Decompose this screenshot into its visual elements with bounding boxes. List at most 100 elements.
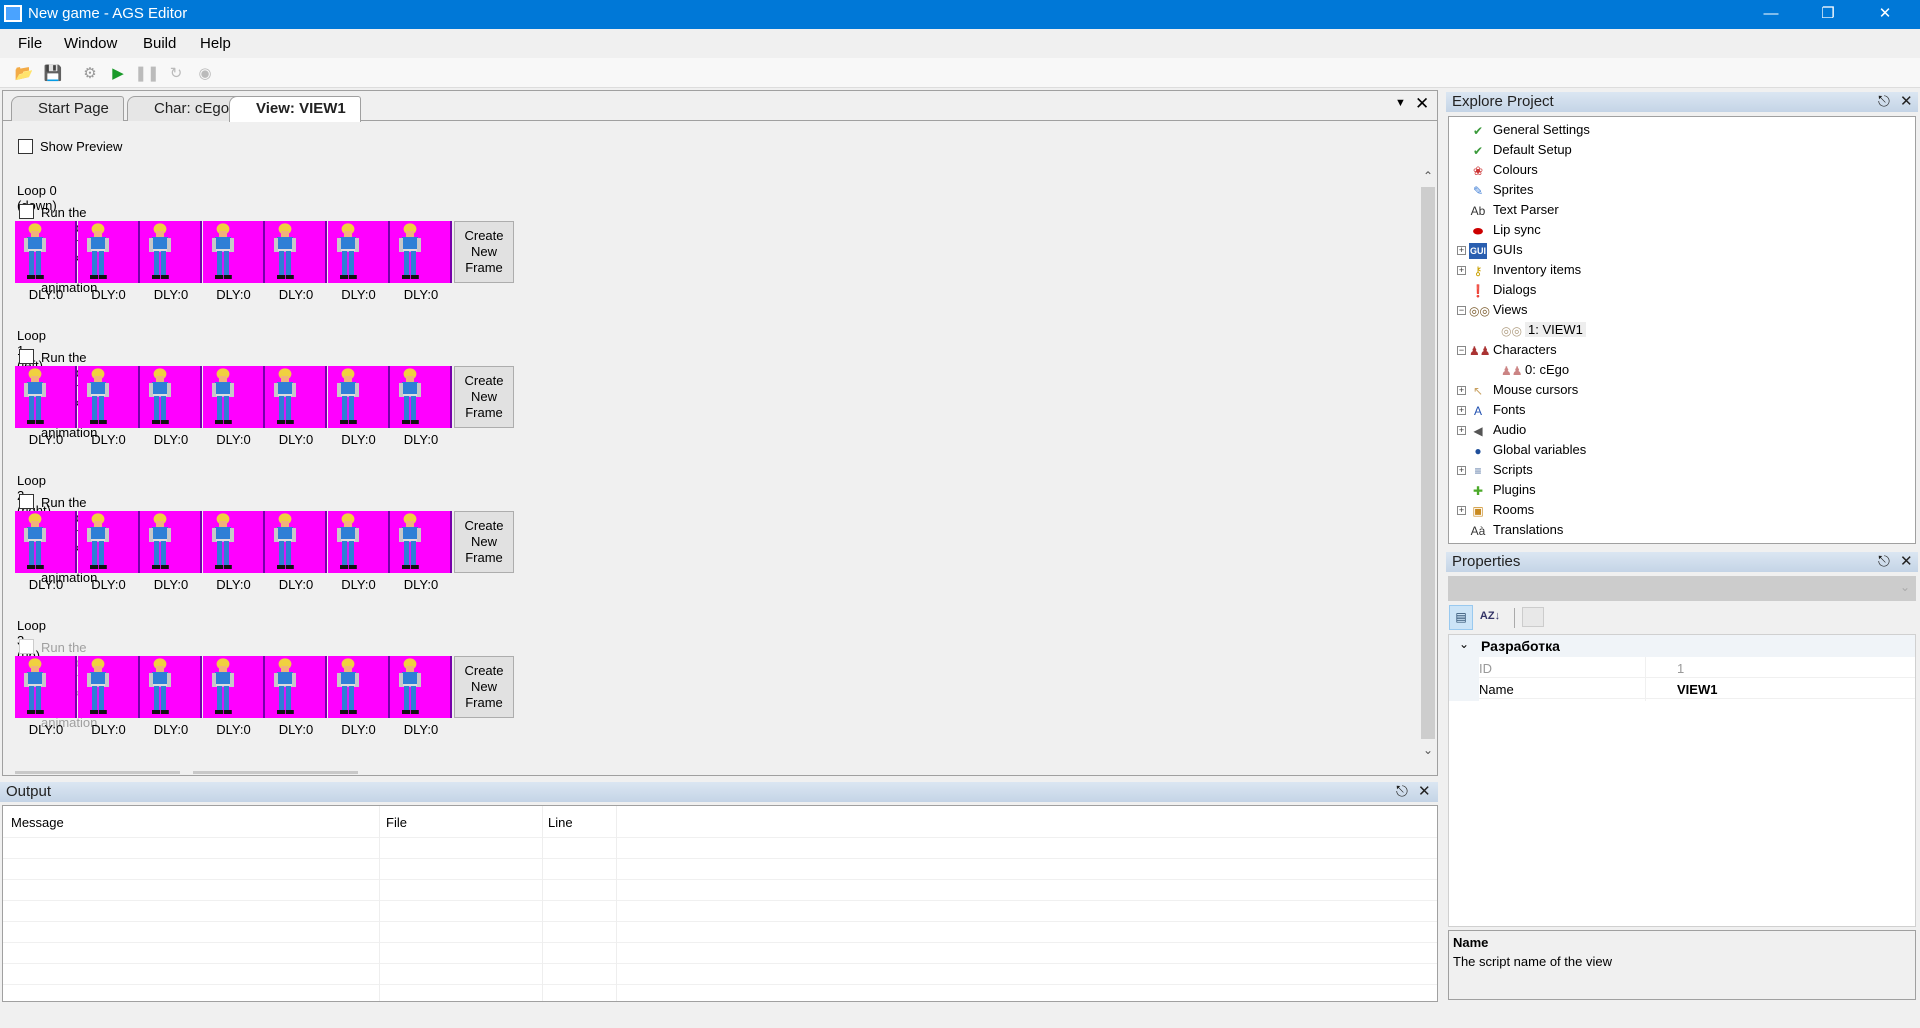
create-new-frame-button[interactable]: Create New Frame	[454, 221, 514, 283]
animation-frame[interactable]	[327, 221, 390, 283]
horizontal-scroll-thumb[interactable]	[15, 771, 180, 774]
build-icon[interactable]: ⚙	[80, 63, 100, 83]
scroll-down-icon[interactable]: ⌄	[1423, 743, 1433, 757]
close-window-button[interactable]: ✕	[1862, 0, 1908, 29]
tree-item-sprites[interactable]: ✎ Sprites	[1469, 180, 1534, 200]
menu-file[interactable]: File	[18, 35, 42, 52]
tree-item-fonts[interactable]: + A Fonts	[1457, 400, 1526, 420]
menu-help[interactable]: Help	[200, 35, 231, 52]
column-header-message[interactable]: Message	[11, 815, 64, 830]
tree-item-scripts[interactable]: + ≡ Scripts	[1457, 460, 1533, 480]
animation-frame[interactable]	[202, 511, 265, 573]
animation-frame[interactable]	[77, 366, 140, 428]
animation-frame[interactable]	[77, 511, 140, 573]
create-new-frame-button[interactable]: Create New Frame	[454, 511, 514, 573]
scrollbar-thumb[interactable]	[1421, 187, 1435, 739]
tree-item-0-cego[interactable]: ♟♟ 0: cEgo	[1501, 360, 1569, 380]
animation-frame[interactable]	[390, 511, 452, 573]
stop-icon[interactable]: ◉	[195, 63, 215, 83]
step-icon[interactable]: ↻	[166, 63, 186, 83]
tab-char-cego[interactable]: Char: cEgo	[127, 96, 245, 121]
animation-frame[interactable]	[390, 366, 452, 428]
restore-button[interactable]: ❐	[1805, 0, 1851, 29]
minimize-button[interactable]: —	[1748, 0, 1794, 29]
tree-item-text-parser[interactable]: Ab Text Parser	[1469, 200, 1559, 220]
long-animation-checkbox[interactable]	[19, 204, 34, 219]
animation-frame[interactable]	[140, 656, 202, 718]
close-panel-icon[interactable]: ✕	[1900, 92, 1913, 112]
animation-frame[interactable]	[265, 511, 327, 573]
expand-icon[interactable]: +	[1457, 466, 1466, 475]
tree-item-translations[interactable]: Aà Translations	[1469, 520, 1564, 540]
tab-list-dropdown-icon[interactable]: ▼	[1395, 97, 1406, 109]
menu-window[interactable]: Window	[64, 35, 117, 52]
horizontal-scroll-thumb-2[interactable]	[193, 771, 358, 774]
long-animation-checkbox[interactable]	[19, 349, 34, 364]
expand-icon[interactable]: +	[1457, 266, 1466, 275]
tree-item-views[interactable]: − ◎◎ Views	[1457, 300, 1527, 320]
sort-alphabetical-button[interactable]: AZ↓	[1478, 605, 1502, 630]
expand-icon[interactable]: +	[1457, 386, 1466, 395]
animation-frame[interactable]	[140, 511, 202, 573]
animation-frame[interactable]	[327, 511, 390, 573]
animation-frame[interactable]	[390, 656, 452, 718]
menu-build[interactable]: Build	[143, 35, 176, 52]
pin-icon[interactable]: ⎋	[1878, 552, 1890, 572]
tree-item-rooms[interactable]: + ▣ Rooms	[1457, 500, 1534, 520]
long-animation-checkbox[interactable]	[19, 494, 34, 509]
animation-frame[interactable]	[265, 221, 327, 283]
expand-icon[interactable]: +	[1457, 246, 1466, 255]
save-icon[interactable]: 💾	[43, 63, 63, 83]
tree-item-lip-sync[interactable]: ⬬ Lip sync	[1469, 220, 1541, 240]
vertical-scrollbar[interactable]: ⌃ ⌄	[1419, 169, 1437, 769]
scroll-up-icon[interactable]: ⌃	[1423, 169, 1433, 183]
column-header-file[interactable]: File	[386, 815, 407, 830]
create-new-frame-button[interactable]: Create New Frame	[454, 366, 514, 428]
tree-item-plugins[interactable]: ✚ Plugins	[1469, 480, 1536, 500]
tree-item-default-setup[interactable]: ✔ Default Setup	[1469, 140, 1572, 160]
tree-item-general-settings[interactable]: ✔ General Settings	[1469, 120, 1590, 140]
close-panel-icon[interactable]: ✕	[1418, 782, 1431, 802]
pin-icon[interactable]: ⎋	[1396, 782, 1408, 802]
pin-icon[interactable]: ⎋	[1878, 92, 1890, 112]
animation-frame[interactable]	[265, 366, 327, 428]
animation-frame[interactable]	[15, 221, 77, 283]
pause-icon[interactable]: ❚❚	[134, 63, 159, 83]
tree-item-dialogs[interactable]: ❗ Dialogs	[1469, 280, 1537, 300]
animation-frame[interactable]	[327, 366, 390, 428]
object-selector-dropdown[interactable]: ⌄	[1448, 576, 1916, 601]
collapse-icon[interactable]: −	[1457, 346, 1466, 355]
animation-frame[interactable]	[15, 656, 77, 718]
animation-frame[interactable]	[265, 656, 327, 718]
tree-item-mouse-cursors[interactable]: + ↖ Mouse cursors	[1457, 380, 1578, 400]
collapse-icon[interactable]: −	[1457, 306, 1466, 315]
property-row-name[interactable]: Name VIEW1	[1479, 679, 1915, 699]
categorized-view-button[interactable]: ▤	[1449, 605, 1473, 630]
close-tab-icon[interactable]: ✕	[1415, 94, 1429, 114]
animation-frame[interactable]	[390, 221, 452, 283]
tree-item-1-view1[interactable]: ◎◎ 1: VIEW1	[1501, 320, 1586, 340]
property-value[interactable]: VIEW1	[1677, 682, 1717, 697]
animation-frame[interactable]	[15, 366, 77, 428]
run-icon[interactable]: ▶	[108, 63, 128, 83]
property-pages-button[interactable]	[1522, 607, 1544, 627]
animation-frame[interactable]	[77, 656, 140, 718]
tree-item-guis[interactable]: + GUI GUIs	[1457, 240, 1523, 260]
animation-frame[interactable]	[140, 366, 202, 428]
tree-item-audio[interactable]: + ◀ Audio	[1457, 420, 1526, 440]
show-preview-checkbox[interactable]	[18, 139, 33, 154]
animation-frame[interactable]	[202, 221, 265, 283]
animation-frame[interactable]	[202, 656, 265, 718]
animation-frame[interactable]	[77, 221, 140, 283]
category-row[interactable]: ⌄ Разработка	[1449, 635, 1915, 657]
expand-icon[interactable]: +	[1457, 426, 1466, 435]
animation-frame[interactable]	[140, 221, 202, 283]
animation-frame[interactable]	[327, 656, 390, 718]
property-row-id[interactable]: ID 1	[1479, 658, 1915, 678]
expand-icon[interactable]: +	[1457, 506, 1466, 515]
column-header-line[interactable]: Line	[548, 815, 573, 830]
expand-icon[interactable]: +	[1457, 406, 1466, 415]
close-panel-icon[interactable]: ✕	[1900, 552, 1913, 572]
animation-frame[interactable]	[15, 511, 77, 573]
open-folder-icon[interactable]: 📂	[14, 63, 34, 83]
